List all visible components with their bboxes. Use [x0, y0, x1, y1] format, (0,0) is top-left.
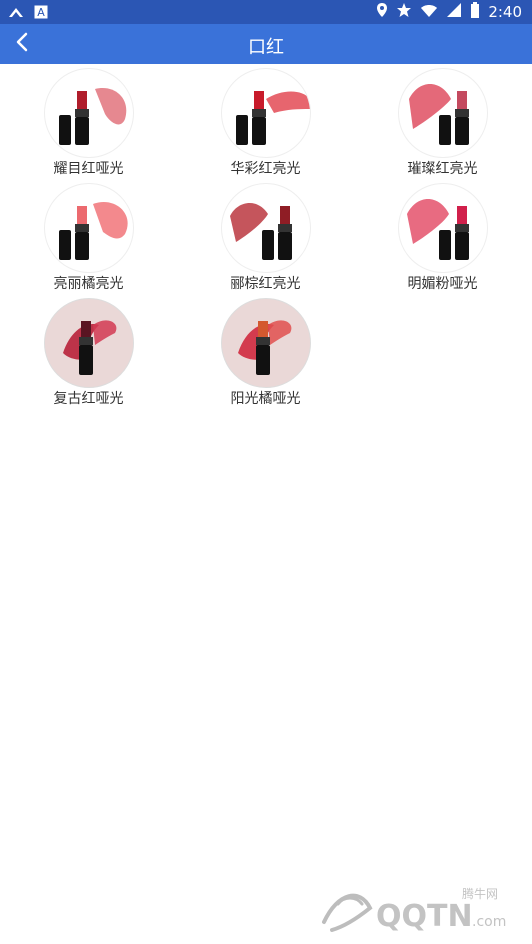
- app-icon: [8, 4, 24, 23]
- location-icon: [376, 2, 388, 22]
- lipstick-label: 明媚粉哑光: [407, 276, 478, 292]
- lipstick-item[interactable]: 璀璨红亮光: [354, 64, 531, 179]
- lipstick-label: 阳光橘哑光: [230, 391, 301, 407]
- lipstick-label: 耀目红哑光: [53, 161, 124, 177]
- status-right: 2:40: [376, 2, 522, 22]
- lipstick-image: [398, 183, 488, 273]
- lipstick-image: [44, 298, 134, 388]
- lipstick-label: 璀璨红亮光: [407, 161, 478, 177]
- status-time: 2:40: [488, 3, 522, 21]
- a-box-icon: A: [34, 4, 48, 23]
- lipstick-image: [44, 183, 134, 273]
- watermark-logo: QQTN .com 腾牛网: [312, 882, 522, 936]
- signal-icon: [446, 2, 462, 22]
- svg-text:A: A: [37, 6, 45, 19]
- lipstick-item[interactable]: 复古红哑光: [0, 294, 177, 409]
- lipstick-label: 华彩红亮光: [230, 161, 301, 177]
- battery-icon: [470, 2, 480, 22]
- app-bar: 口红: [0, 24, 532, 64]
- page-title: 口红: [248, 37, 284, 58]
- svg-text:.com: .com: [472, 914, 506, 930]
- status-left: A: [8, 4, 48, 23]
- lipstick-item[interactable]: 亮丽橘亮光: [0, 179, 177, 294]
- lipstick-image: [221, 298, 311, 388]
- lipstick-image: [221, 68, 311, 158]
- status-bar: A 2:40: [0, 0, 532, 24]
- lipstick-label: 郦棕红亮光: [230, 276, 301, 292]
- wifi-icon: [420, 3, 438, 22]
- lipstick-label: 复古红哑光: [53, 391, 124, 407]
- lipstick-item[interactable]: 华彩红亮光: [177, 64, 354, 179]
- svg-text:QQTN: QQTN: [376, 899, 473, 934]
- lipstick-item[interactable]: 阳光橘哑光: [177, 294, 354, 409]
- lipstick-image: [221, 183, 311, 273]
- lipstick-label: 亮丽橘亮光: [53, 276, 124, 292]
- star-icon: [396, 2, 412, 22]
- lipstick-item[interactable]: 耀目红哑光: [0, 64, 177, 179]
- lipstick-image: [44, 68, 134, 158]
- svg-text:腾牛网: 腾牛网: [462, 886, 498, 901]
- lipstick-item[interactable]: 郦棕红亮光: [177, 179, 354, 294]
- lipstick-item[interactable]: 明媚粉哑光: [354, 179, 531, 294]
- lipstick-image: [398, 68, 488, 158]
